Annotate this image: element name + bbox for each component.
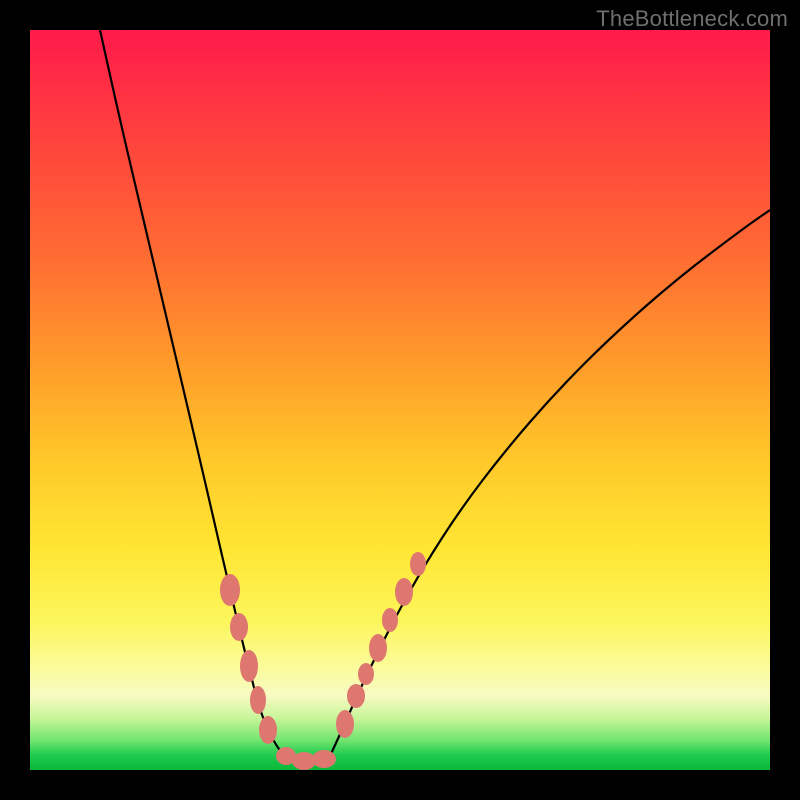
bead-left-4 xyxy=(259,716,277,744)
watermark-text: TheBottleneck.com xyxy=(596,6,788,32)
bead-left-1 xyxy=(230,613,248,641)
right-curve xyxy=(330,210,770,756)
bead-right-1 xyxy=(347,684,365,708)
curve-layer xyxy=(30,30,770,770)
bead-right-2 xyxy=(358,663,374,685)
bead-right-4 xyxy=(382,608,398,632)
bead-right-0 xyxy=(336,710,354,738)
plot-area xyxy=(30,30,770,770)
bead-group xyxy=(220,552,426,770)
bead-bottom-2 xyxy=(312,750,336,768)
bead-right-6 xyxy=(410,552,426,576)
bead-left-3 xyxy=(250,686,266,714)
bead-right-5 xyxy=(395,578,413,606)
bead-left-0 xyxy=(220,574,240,606)
left-curve xyxy=(100,30,284,756)
outer-frame: TheBottleneck.com xyxy=(0,0,800,800)
bead-right-3 xyxy=(369,634,387,662)
bead-left-2 xyxy=(240,650,258,682)
